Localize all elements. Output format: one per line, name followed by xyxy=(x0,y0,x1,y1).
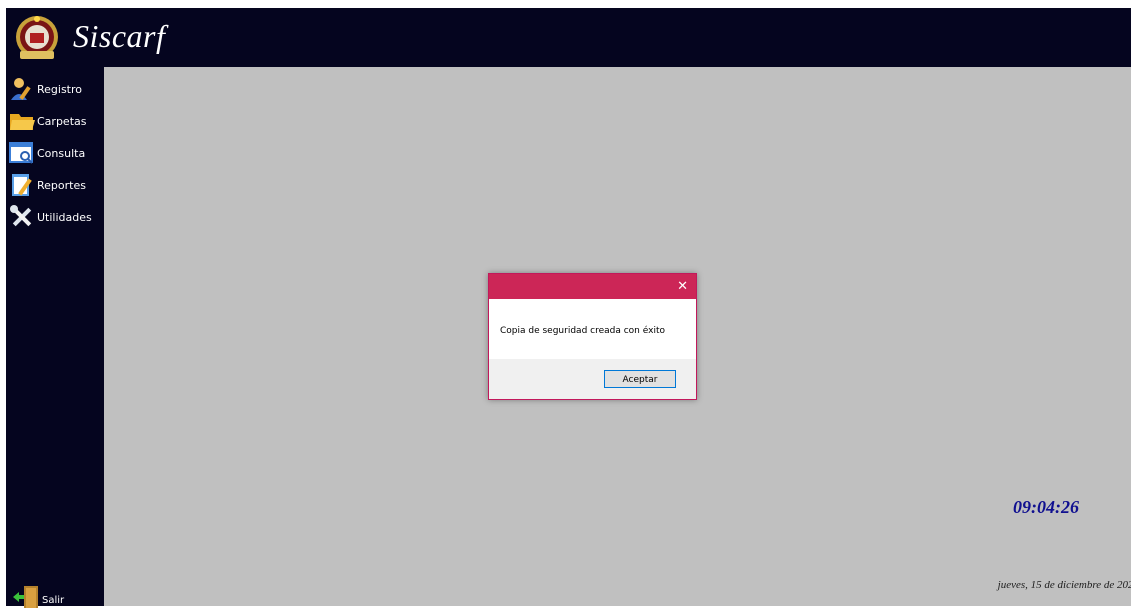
sidebar-item-label: Utilidades xyxy=(37,211,92,224)
exit-door-icon xyxy=(13,586,38,608)
user-pencil-icon xyxy=(11,78,31,100)
sidebar-item-label: Registro xyxy=(37,83,83,96)
sidebar-item-registro[interactable]: Registro xyxy=(9,75,103,103)
sidebar-item-label: Carpetas xyxy=(37,115,87,128)
sidebar: Registro Carpetas Consulta Reportes Util… xyxy=(6,67,104,608)
notepad-icon xyxy=(12,174,32,196)
clock-time: 09:04:26 xyxy=(1013,497,1079,517)
app-window: Siscarf Registro Carpetas Consulta Repor… xyxy=(6,8,1131,608)
clock-date: jueves, 15 de diciembre de 2022 xyxy=(997,579,1131,591)
accept-button[interactable]: Aceptar xyxy=(604,370,676,388)
sidebar-item-carpetas[interactable]: Carpetas xyxy=(9,107,103,135)
exit-button[interactable]: Salir xyxy=(12,586,92,608)
workspace: 09:04:26 jueves, 15 de diciembre de 2022… xyxy=(104,67,1131,606)
sidebar-item-consulta[interactable]: Consulta xyxy=(9,139,103,167)
sidebar-item-utilidades[interactable]: Utilidades xyxy=(9,203,103,231)
dialog-footer: Aceptar xyxy=(489,359,696,399)
window-search-icon xyxy=(9,142,33,164)
dialog-titlebar: ✕ xyxy=(489,274,696,299)
firefighter-emblem-logo xyxy=(16,16,58,59)
sidebar-item-label: Reportes xyxy=(37,179,86,192)
app-title: Siscarf xyxy=(73,18,166,54)
header-bar: Siscarf xyxy=(6,8,1131,67)
exit-label: Salir xyxy=(42,595,65,606)
close-icon[interactable]: ✕ xyxy=(677,279,688,294)
tools-icon xyxy=(10,205,32,227)
folder-icon xyxy=(10,114,35,130)
sidebar-item-label: Consulta xyxy=(37,147,86,160)
dialog-message: Copia de seguridad creada con éxito xyxy=(500,326,665,336)
sidebar-item-reportes[interactable]: Reportes xyxy=(9,171,103,199)
message-dialog: ✕ Copia de seguridad creada con éxito Ac… xyxy=(488,273,697,400)
